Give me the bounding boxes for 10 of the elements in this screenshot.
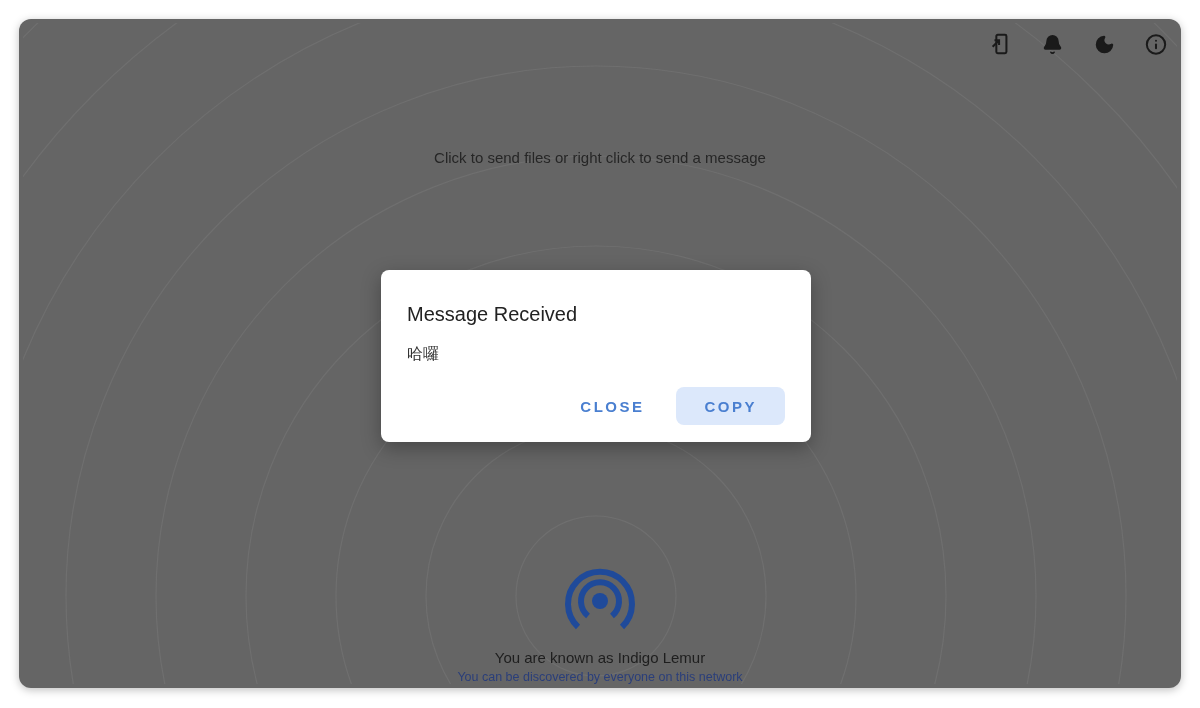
instruction-text: Click to send files or right click to send a message — [434, 149, 766, 166]
info-icon[interactable] — [1145, 33, 1167, 55]
moon-icon[interactable] — [1093, 33, 1115, 55]
close-button[interactable]: CLOSE — [580, 387, 645, 425]
dialog-title: Message Received — [407, 303, 579, 326]
message-text: 哈囉 — [407, 344, 440, 364]
bell-icon[interactable] — [1041, 33, 1063, 55]
device-name-text: You are known as Indigo Lemur — [494, 649, 706, 666]
discovery-text: You can be discovered by everyone on this network — [457, 670, 743, 684]
copy-button[interactable]: COPY — [676, 387, 785, 425]
